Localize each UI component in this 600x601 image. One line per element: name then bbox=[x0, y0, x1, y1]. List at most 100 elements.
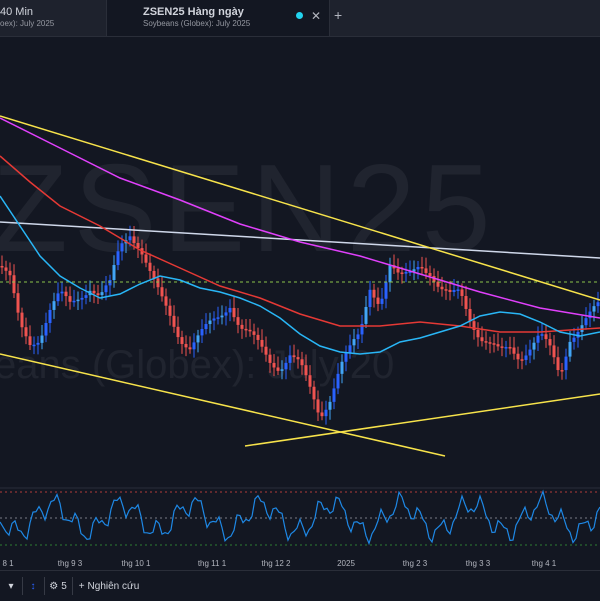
candle-body bbox=[180, 337, 184, 344]
candle-body bbox=[356, 334, 360, 340]
candle-body bbox=[304, 365, 308, 376]
x-tick-label: 2025 bbox=[337, 559, 355, 568]
candle-body bbox=[448, 289, 452, 293]
candle-body bbox=[524, 355, 528, 360]
candle-body bbox=[572, 337, 576, 342]
research-button[interactable]: + Nghiên cứu bbox=[74, 576, 144, 596]
settings-button[interactable]: ⚙ 5 bbox=[46, 576, 70, 596]
candle-body bbox=[52, 301, 56, 310]
candle-body bbox=[128, 236, 132, 241]
candle-body bbox=[416, 266, 420, 270]
candle-body bbox=[108, 280, 112, 286]
chevron-down-icon[interactable]: ▾ bbox=[2, 576, 20, 596]
candle-body bbox=[92, 290, 96, 294]
candle-body bbox=[204, 324, 208, 330]
candle-body bbox=[64, 291, 68, 297]
candle-body bbox=[32, 344, 36, 347]
moving-average-blue bbox=[0, 195, 600, 355]
indicator-count: 5 bbox=[61, 580, 67, 592]
candle-body bbox=[368, 289, 372, 307]
candle-body bbox=[172, 315, 176, 327]
candle-body bbox=[324, 409, 328, 417]
candle-body bbox=[168, 305, 172, 316]
candle-body bbox=[312, 386, 316, 400]
candle-body bbox=[104, 285, 108, 293]
candle-body bbox=[388, 265, 392, 283]
candle-body bbox=[96, 293, 100, 296]
candle-body bbox=[564, 356, 568, 371]
candle-body bbox=[112, 265, 116, 281]
candle-body bbox=[220, 315, 224, 318]
candle-body bbox=[568, 341, 572, 357]
candle-body bbox=[548, 339, 552, 346]
trendline-upper bbox=[0, 115, 600, 301]
price-chart[interactable] bbox=[0, 36, 600, 570]
candle-body bbox=[296, 357, 300, 360]
candle-body bbox=[420, 266, 424, 269]
candle-body bbox=[256, 334, 260, 340]
plus-icon: + bbox=[78, 580, 85, 592]
candle-body bbox=[252, 331, 256, 335]
candle-body bbox=[76, 299, 80, 302]
candle-body bbox=[60, 291, 64, 294]
candle-body bbox=[532, 342, 536, 350]
candle-body bbox=[288, 355, 292, 363]
candle-body bbox=[364, 306, 368, 324]
plus-icon[interactable]: + bbox=[334, 7, 342, 23]
candle-body bbox=[536, 335, 540, 343]
candle-body bbox=[192, 342, 196, 350]
candle-body bbox=[208, 320, 212, 325]
close-icon[interactable]: ✕ bbox=[311, 9, 321, 23]
candle-body bbox=[216, 317, 220, 319]
candle-body bbox=[284, 362, 288, 370]
candle-body bbox=[244, 328, 248, 331]
candle-body bbox=[400, 272, 404, 275]
candle-body bbox=[384, 282, 388, 299]
candle-body bbox=[424, 268, 428, 273]
candle-body bbox=[488, 342, 492, 344]
candle-body bbox=[348, 345, 352, 354]
candle-body bbox=[292, 355, 296, 358]
candle-body bbox=[72, 300, 76, 303]
candle-body bbox=[480, 337, 484, 342]
candle-body bbox=[468, 308, 472, 322]
candle-body bbox=[116, 251, 120, 266]
candle-body bbox=[328, 401, 332, 410]
candle-body bbox=[560, 370, 564, 372]
candle-body bbox=[44, 322, 48, 336]
candle-body bbox=[352, 339, 356, 346]
bottom-toolbar: ▾ ↕ ⚙ 5 + Nghiên cứu bbox=[0, 570, 600, 601]
tab-subtitle: oex): July 2025 bbox=[0, 19, 55, 28]
candle-body bbox=[340, 361, 344, 374]
candle-body bbox=[164, 296, 168, 306]
candle-body bbox=[516, 353, 520, 360]
candle-body bbox=[440, 286, 444, 290]
candle-body bbox=[176, 326, 180, 338]
oscillator-pane bbox=[0, 487, 600, 546]
tab-previous-chart[interactable]: 40 Min oex): July 2025 bbox=[0, 0, 105, 36]
tab-title: ZSEN25 Hàng ngày bbox=[143, 6, 244, 18]
candle-body bbox=[0, 266, 4, 268]
candle-body bbox=[584, 318, 588, 326]
candlesticks bbox=[0, 225, 600, 425]
candle-body bbox=[184, 343, 188, 348]
candle-body bbox=[36, 342, 40, 345]
x-tick-label: thg 10 1 bbox=[121, 559, 151, 568]
candle-body bbox=[200, 329, 204, 336]
candle-body bbox=[528, 349, 532, 356]
oscillator-line bbox=[0, 489, 600, 546]
x-tick-label: thg 11 1 bbox=[197, 559, 227, 568]
candle-body bbox=[8, 270, 12, 276]
arrows-vertical-icon[interactable]: ↕ bbox=[24, 576, 42, 596]
candle-body bbox=[336, 373, 340, 389]
candle-body bbox=[156, 278, 160, 288]
candle-body bbox=[272, 362, 276, 368]
candle-body bbox=[452, 290, 456, 293]
candle-body bbox=[500, 346, 504, 348]
candle-body bbox=[24, 327, 28, 337]
candle-body bbox=[504, 347, 508, 349]
x-tick-label: thg 2 3 bbox=[402, 559, 428, 568]
candle-body bbox=[596, 302, 600, 307]
x-tick-label: thg 12 2 bbox=[261, 559, 291, 568]
candle-body bbox=[316, 399, 320, 413]
